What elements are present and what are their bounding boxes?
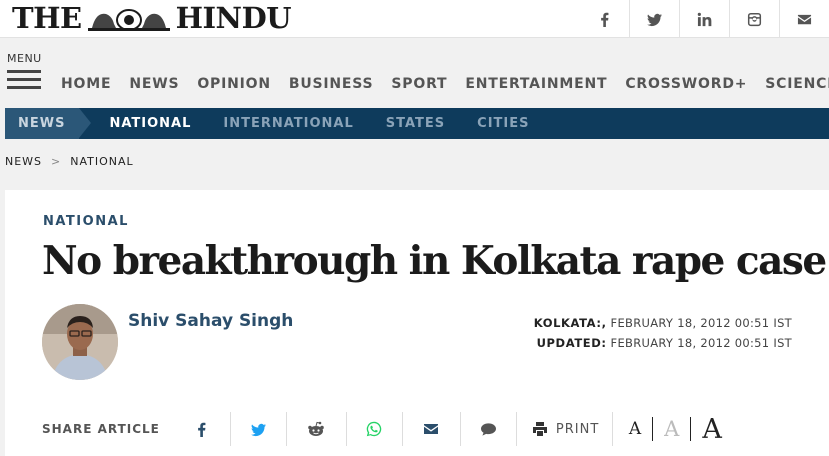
font-size-small-button[interactable]: A xyxy=(629,419,641,439)
nav-items: HOME NEWS OPINION BUSINESS SPORT ENTERTA… xyxy=(52,76,829,92)
share-comment-button[interactable] xyxy=(459,412,516,446)
share-label: SHARE ARTICLE xyxy=(42,422,160,436)
nav-item-home[interactable]: HOME xyxy=(61,76,111,92)
breadcrumb-national[interactable]: NATIONAL xyxy=(70,155,133,168)
section-item-national[interactable]: NATIONAL xyxy=(109,116,191,131)
print-button[interactable]: PRINT xyxy=(515,412,612,446)
section-item-international[interactable]: INTERNATIONAL xyxy=(223,116,353,131)
facebook-link[interactable] xyxy=(579,0,629,38)
site-logo[interactable]: THE HINDU xyxy=(12,1,292,35)
share-email-button[interactable] xyxy=(401,412,460,446)
facebook-icon xyxy=(600,12,608,27)
logo-emblem-icon xyxy=(86,5,172,31)
main-navigation: MENU HOME NEWS OPINION BUSINESS SPORT EN… xyxy=(0,39,829,107)
share-bar: SHARE ARTICLE PRINT A A A xyxy=(42,411,722,447)
published-date: FEBRUARY 18, 2012 00:51 IST xyxy=(610,316,792,330)
print-label: PRINT xyxy=(555,421,600,437)
facebook-icon xyxy=(198,422,206,437)
comment-icon xyxy=(480,422,496,436)
published-line: KOLKATA:, FEBRUARY 18, 2012 00:51 IST xyxy=(534,313,792,333)
nav-item-science[interactable]: SCIENCE xyxy=(765,76,829,92)
section-item-cities[interactable]: CITIES xyxy=(477,116,529,131)
updated-line: UPDATED: FEBRUARY 18, 2012 00:51 IST xyxy=(534,333,792,353)
section-current-news[interactable]: NEWS xyxy=(5,108,93,139)
nav-item-opinion[interactable]: OPINION xyxy=(197,76,271,92)
share-facebook-button[interactable] xyxy=(174,412,230,446)
email-link[interactable] xyxy=(779,0,829,38)
instagram-link[interactable] xyxy=(729,0,779,38)
nav-item-news[interactable]: NEWS xyxy=(129,76,179,92)
font-size-divider xyxy=(690,417,692,441)
linkedin-link[interactable] xyxy=(679,0,729,38)
linkedin-icon xyxy=(697,12,712,26)
reddit-icon xyxy=(308,421,325,436)
share-reddit-button[interactable] xyxy=(285,412,346,446)
nav-item-business[interactable]: BUSINESS xyxy=(289,76,374,92)
author-name[interactable]: Shiv Sahay Singh xyxy=(128,311,293,331)
twitter-link[interactable] xyxy=(629,0,679,38)
nav-item-entertainment[interactable]: ENTERTAINMENT xyxy=(465,76,607,92)
nav-item-crossword[interactable]: CROSSWORD+ xyxy=(625,76,747,92)
breadcrumb: NEWS > NATIONAL xyxy=(5,155,134,168)
email-icon xyxy=(424,424,439,434)
social-links xyxy=(579,0,829,38)
top-header: THE HINDU xyxy=(0,0,829,38)
article-headline: No breakthrough in Kolkata rape case xyxy=(42,238,827,284)
section-item-states[interactable]: STATES xyxy=(386,116,445,131)
article-card: NATIONAL No breakthrough in Kolkata rape… xyxy=(5,190,829,456)
updated-date: FEBRUARY 18, 2012 00:51 IST xyxy=(610,336,792,350)
font-size-medium-button[interactable]: A xyxy=(664,417,679,441)
logo-text-right: HINDU xyxy=(175,1,292,35)
menu-button[interactable]: MENU xyxy=(7,52,43,94)
twitter-icon xyxy=(647,13,662,26)
updated-label: UPDATED: xyxy=(536,336,607,350)
article-dateline: KOLKATA:, FEBRUARY 18, 2012 00:51 IST UP… xyxy=(534,313,792,353)
font-size-large-button[interactable]: A xyxy=(702,414,722,445)
font-size-controls: A A A xyxy=(611,412,722,446)
instagram-icon xyxy=(747,12,762,26)
dateline-place: KOLKATA:, xyxy=(533,316,607,330)
section-bar: NEWS NATIONAL INTERNATIONAL STATES CITIE… xyxy=(5,108,829,139)
font-size-divider xyxy=(652,417,654,441)
author-avatar[interactable] xyxy=(42,304,118,380)
breadcrumb-news[interactable]: NEWS xyxy=(5,155,42,168)
print-icon xyxy=(532,422,547,436)
share-twitter-button[interactable] xyxy=(229,412,286,446)
breadcrumb-separator: > xyxy=(51,155,62,168)
hamburger-icon xyxy=(7,70,43,89)
email-icon xyxy=(797,14,812,24)
logo-text-left: THE xyxy=(12,1,82,35)
share-whatsapp-button[interactable] xyxy=(345,412,402,446)
twitter-icon xyxy=(250,423,266,436)
menu-label: MENU xyxy=(7,52,42,65)
nav-item-sport[interactable]: SPORT xyxy=(391,76,447,92)
whatsapp-icon xyxy=(367,421,382,437)
article-kicker[interactable]: NATIONAL xyxy=(43,214,129,229)
